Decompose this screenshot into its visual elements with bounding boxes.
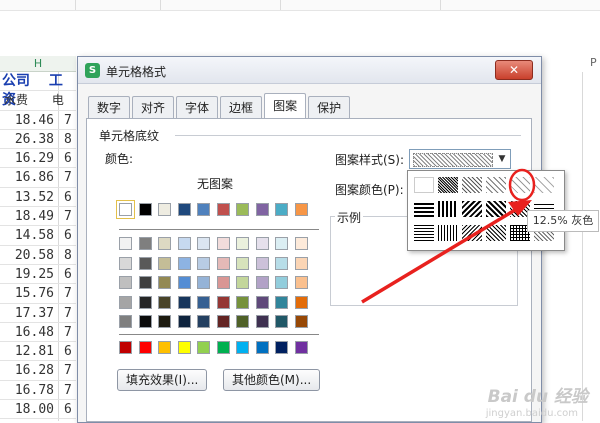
annotation-overlay — [361, 168, 536, 304]
watermark-url: jingyan.baidu.com — [485, 408, 578, 419]
annotation-arrow-line — [361, 205, 521, 304]
baidu-watermark: Bai du 经验 — [487, 387, 588, 407]
highlight-circle — [508, 168, 536, 202]
